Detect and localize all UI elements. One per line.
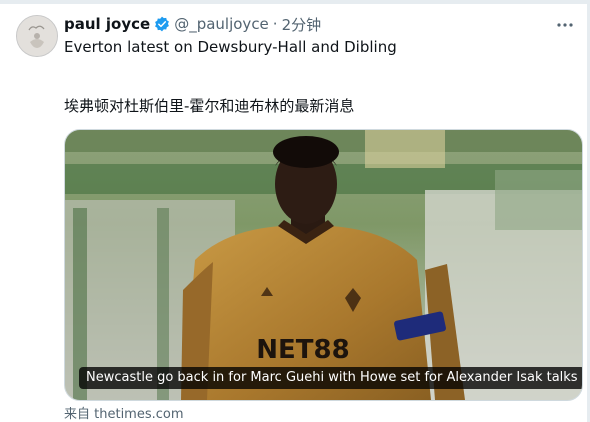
author-name[interactable]: paul joyce [64, 15, 150, 33]
tweet-text: Everton latest on Dewsbury-Hall and Dibl… [64, 38, 397, 56]
top-border [0, 0, 590, 4]
verified-badge-icon [155, 16, 170, 32]
avatar-image [17, 16, 57, 56]
jersey-sponsor: NET88 [256, 335, 349, 365]
tweet-translation: 埃弗顿对杜斯伯里-霍尔和迪布林的最新消息 [64, 97, 355, 115]
tweet-timestamp[interactable]: 2分钟 [282, 14, 322, 35]
author-handle[interactable]: @_pauljoyce [174, 15, 269, 33]
separator-dot: · [272, 15, 278, 33]
link-card[interactable]: NET88 Newcastle go back in for Marc Gueh… [64, 129, 583, 401]
more-options-icon[interactable] [554, 14, 576, 36]
card-image: NET88 [65, 130, 582, 400]
card-caption: Newcastle go back in for Marc Guehi with… [79, 367, 582, 389]
tweet-header: paul joyce @_pauljoyce · 2分钟 [64, 13, 321, 35]
card-source[interactable]: 来自 thetimes.com [64, 403, 184, 422]
avatar[interactable] [16, 15, 58, 57]
